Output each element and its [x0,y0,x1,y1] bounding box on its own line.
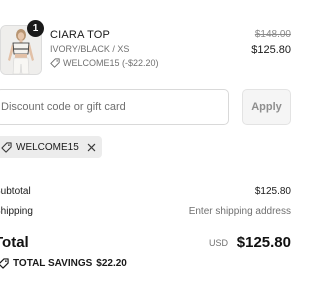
total-value: $125.80 [236,234,291,251]
subtotal-value: $125.80 [254,186,291,197]
total-label: Total [0,234,29,251]
applied-discount-chip: WELCOME15 [0,136,102,158]
subtotal-label: Subtotal [0,186,31,197]
shipping-label: Shipping [0,206,33,217]
total-currency: USD [208,238,228,248]
product-discount-label: WELCOME15 (-$22.20) [63,58,159,68]
product-discount: WELCOME15 (-$22.20) [50,58,159,68]
compare-at-price: $148.00 [254,29,291,40]
apply-button[interactable]: Apply [242,89,291,125]
remove-discount-button[interactable] [87,143,96,152]
quantity-badge: 1 [27,20,44,37]
applied-discount-code: WELCOME15 [16,141,79,153]
tag-icon [0,258,9,269]
line-item-price: $125.80 [251,44,291,56]
discount-code-input[interactable] [0,89,229,125]
total-savings: TOTAL SAVINGS $22.20 [0,258,127,269]
tag-icon [1,141,12,153]
product-variant: IVORY/BLACK / XS [50,44,130,54]
total-savings-label: TOTAL SAVINGS [13,258,93,269]
close-icon [87,143,96,151]
tag-icon [50,58,60,68]
product-title: CIARA TOP [50,29,111,41]
shipping-value: Enter shipping address [188,206,291,217]
total-savings-value: $22.20 [96,258,127,269]
